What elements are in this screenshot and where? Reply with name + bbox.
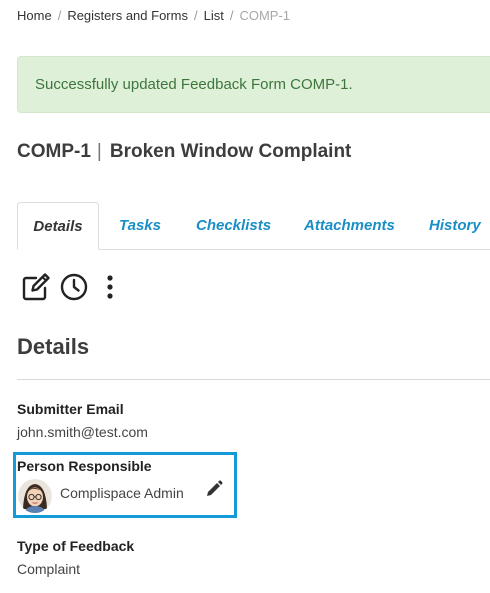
submitter-email-label: Submitter Email [17, 401, 124, 417]
avatar [18, 479, 52, 513]
breadcrumb-separator: / [193, 8, 198, 23]
tab-bar: Details Tasks Checklists Attachments His… [17, 202, 490, 250]
edit-icon[interactable] [20, 271, 54, 305]
page-title: COMP-1 | Broken Window Complaint [17, 141, 351, 163]
breadcrumb-list[interactable]: List [204, 8, 224, 23]
record-id: COMP-1 [17, 141, 91, 162]
details-heading: Details [17, 334, 90, 359]
success-alert: Successfully updated Feedback Form COMP-… [17, 56, 490, 113]
breadcrumb-home[interactable]: Home [17, 8, 52, 23]
history-clock-icon[interactable] [59, 272, 93, 306]
record-title: Broken Window Complaint [109, 141, 352, 162]
success-alert-message: Successfully updated Feedback Form COMP-… [35, 76, 353, 93]
breadcrumb: Home / Registers and Forms / List / COMP-1 [17, 8, 290, 23]
tab-history[interactable]: History [429, 202, 481, 249]
type-of-feedback-value: Complaint [17, 561, 81, 577]
more-vertical-icon[interactable] [98, 271, 122, 305]
pencil-edit-icon[interactable] [205, 480, 223, 498]
breadcrumb-registers-and-forms[interactable]: Registers and Forms [67, 8, 188, 23]
tab-attachments[interactable]: Attachments [304, 202, 395, 249]
tab-tasks[interactable]: Tasks [119, 202, 161, 249]
breadcrumb-current: COMP-1 [239, 8, 291, 23]
tab-checklists[interactable]: Checklists [196, 202, 271, 249]
tab-details[interactable]: Details [17, 202, 99, 250]
submitter-email-value: john.smith@test.com [17, 424, 148, 440]
breadcrumb-separator: / [229, 8, 234, 23]
person-responsible-label: Person Responsible [17, 458, 152, 474]
person-responsible-value: Complispace Admin [60, 485, 184, 501]
title-separator: | [96, 141, 102, 162]
section-divider [17, 379, 490, 380]
breadcrumb-separator: / [57, 8, 62, 23]
type-of-feedback-label: Type of Feedback [17, 538, 135, 554]
